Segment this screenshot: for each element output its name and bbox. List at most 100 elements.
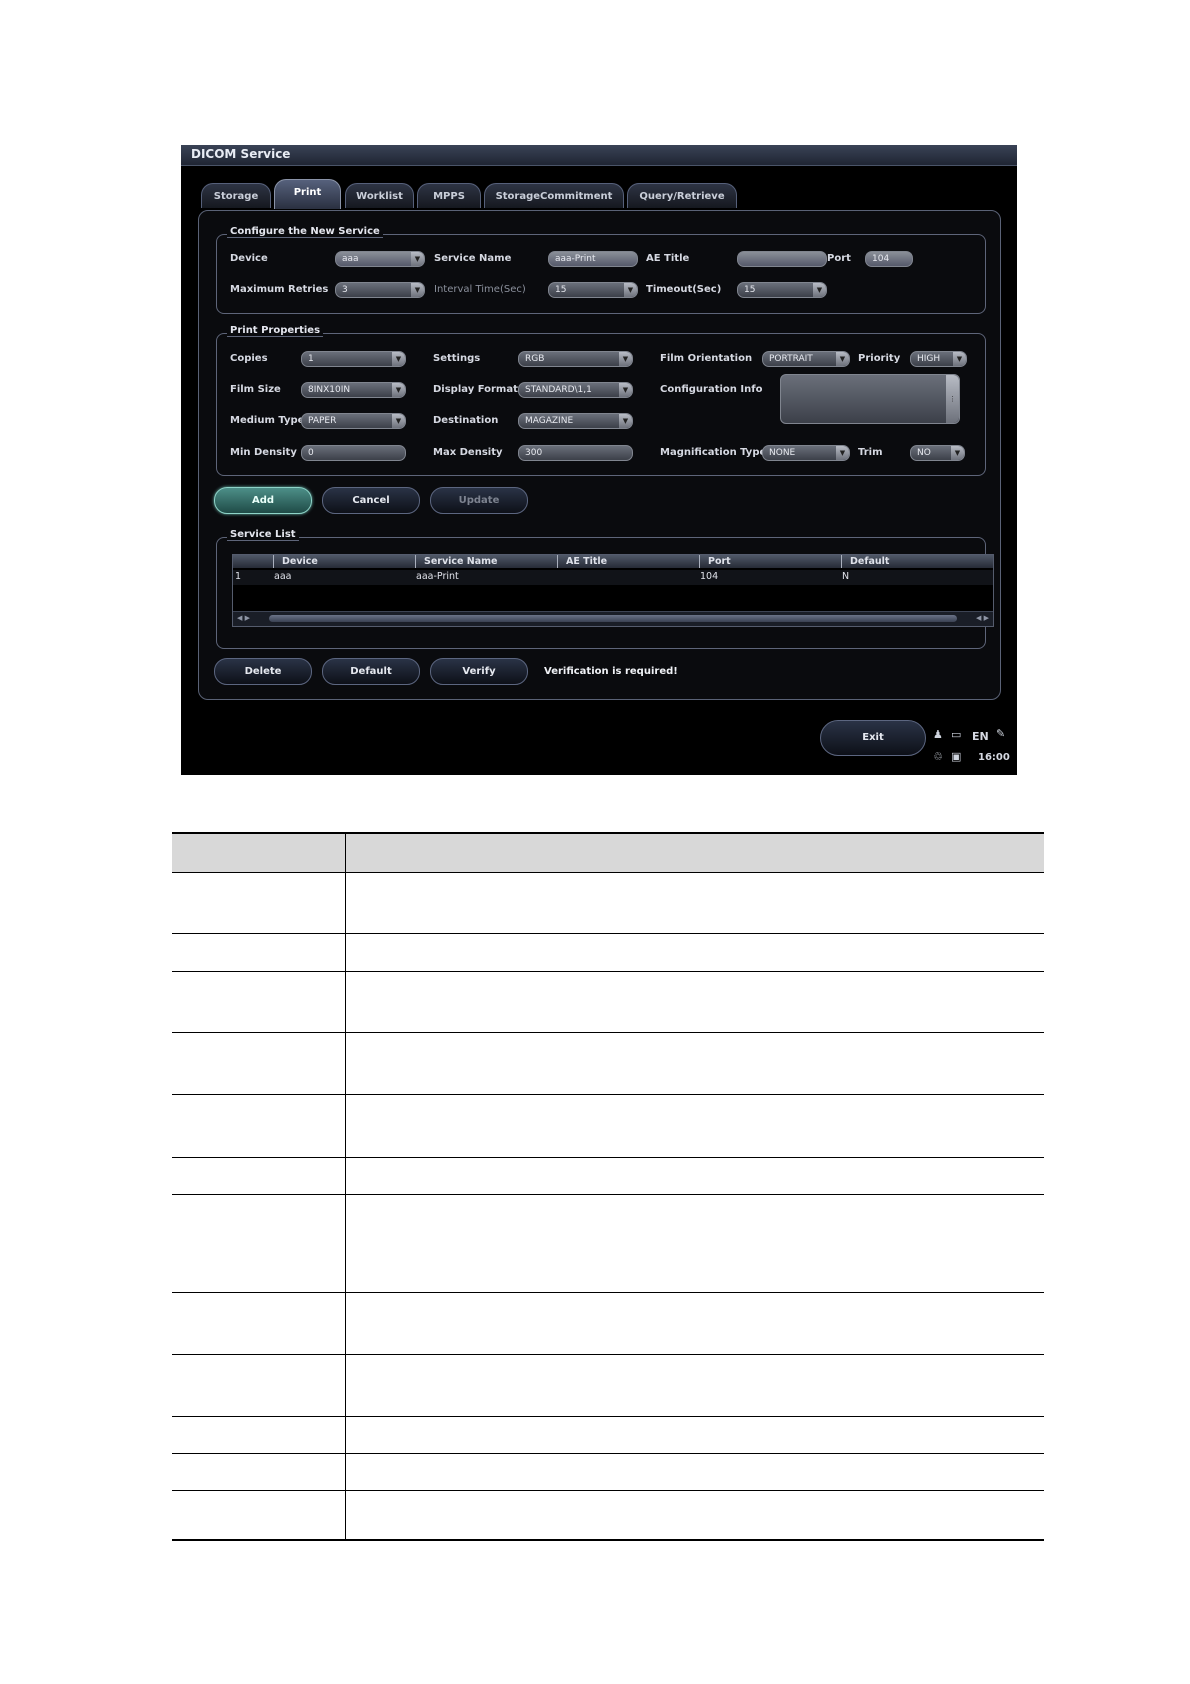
magnification-type-value: NONE (769, 448, 796, 458)
max-density-input[interactable]: 300 (518, 445, 633, 461)
network-icon[interactable]: ▭ (951, 728, 961, 741)
tab-print[interactable]: Print (274, 179, 341, 209)
row-service-name: aaa-Print (416, 571, 459, 582)
chevron-down-icon[interactable]: ▼ (411, 283, 424, 297)
user-icon[interactable]: ♟ (933, 728, 943, 741)
row-divider (172, 1157, 1044, 1158)
cancel-button[interactable]: Cancel (322, 487, 420, 514)
table-row[interactable] (233, 570, 993, 585)
tab-query-retrieve[interactable]: Query/Retrieve (627, 183, 737, 208)
column-header-device[interactable]: Device (273, 555, 415, 568)
row-default: N (842, 571, 850, 582)
chevron-down-icon[interactable]: ▼ (392, 383, 405, 397)
delete-button[interactable]: Delete (214, 658, 312, 685)
monitor-icon[interactable]: ▣ (951, 750, 961, 763)
horizontal-scrollbar[interactable]: ◀ ▶ ◀ ▶ (233, 611, 993, 626)
language-indicator[interactable]: EN (972, 730, 989, 743)
row-divider (172, 1094, 1044, 1095)
chevron-down-icon[interactable]: ▼ (836, 352, 849, 366)
max-density-label: Max Density (433, 447, 503, 458)
description-table-header (172, 834, 1044, 873)
copies-label: Copies (230, 353, 268, 364)
dicom-service-window: DICOM Service Storage Print Worklist MPP… (181, 145, 1017, 775)
chevron-down-icon[interactable]: ▼ (619, 414, 632, 428)
service-name-input[interactable]: aaa-Print (548, 251, 638, 267)
service-list-header: Device Service Name AE Title Port Defaul… (233, 555, 993, 568)
configuration-info-textarea[interactable]: ⋮ (780, 374, 960, 424)
film-size-label: Film Size (230, 384, 281, 395)
port-input[interactable]: 104 (865, 251, 913, 267)
usb-icon[interactable]: ✎ (996, 727, 1005, 740)
magnification-type-select[interactable]: NONE ▼ (762, 445, 850, 461)
trim-label: Trim (858, 447, 883, 458)
default-button[interactable]: Default (322, 658, 420, 685)
trim-value: NO (917, 448, 931, 458)
scroll-left-icon[interactable]: ◀ ▶ (237, 614, 267, 623)
service-list-legend: Service List (227, 529, 299, 541)
copies-value: 1 (308, 354, 314, 364)
chevron-down-icon[interactable]: ▼ (619, 352, 632, 366)
max-retries-value: 3 (342, 285, 348, 295)
row-port: 104 (700, 571, 719, 582)
row-divider (172, 1416, 1044, 1417)
priority-value: HIGH (917, 354, 941, 364)
chevron-down-icon[interactable]: ▼ (836, 446, 849, 460)
ae-title-input[interactable] (737, 251, 827, 267)
film-size-value: 8INX10IN (308, 385, 351, 395)
description-table (172, 832, 1044, 1541)
chevron-down-icon[interactable]: ▼ (813, 283, 826, 297)
film-size-select[interactable]: 8INX10IN ▼ (301, 382, 406, 398)
row-device: aaa (274, 571, 292, 582)
medium-type-value: PAPER (308, 416, 337, 426)
configure-service-group: Configure the New Service Device aaa ▼ S… (216, 226, 986, 314)
device-select[interactable]: aaa ▼ (335, 251, 425, 267)
timeout-select[interactable]: 15 ▼ (737, 282, 827, 298)
display-format-value: STANDARD\1,1 (525, 385, 592, 395)
destination-select[interactable]: MAGAZINE ▼ (518, 413, 633, 429)
column-header-default[interactable]: Default (841, 555, 993, 568)
medium-type-select[interactable]: PAPER ▼ (301, 413, 406, 429)
chevron-down-icon[interactable]: ▼ (951, 446, 964, 460)
scroll-right-icon[interactable]: ◀ ▶ (959, 614, 989, 623)
trim-select[interactable]: NO ▼ (910, 445, 965, 461)
scrollbar-thumb[interactable] (269, 615, 957, 622)
column-header-service-name[interactable]: Service Name (415, 555, 557, 568)
interval-time-select[interactable]: 15 ▼ (548, 282, 638, 298)
tab-storage-commitment[interactable]: StorageCommitment (484, 183, 624, 208)
service-name-value: aaa-Print (555, 254, 596, 264)
update-button[interactable]: Update (430, 487, 528, 514)
tab-worklist[interactable]: Worklist (345, 183, 414, 208)
chevron-down-icon[interactable]: ▼ (619, 383, 632, 397)
scrollbar-icon[interactable]: ⋮ (946, 375, 959, 423)
display-format-label: Display Format (433, 384, 518, 395)
max-retries-select[interactable]: 3 ▼ (335, 282, 425, 298)
column-header-port[interactable]: Port (699, 555, 841, 568)
verify-button[interactable]: Verify (430, 658, 528, 685)
exit-button[interactable]: Exit (820, 720, 926, 756)
display-format-select[interactable]: STANDARD\1,1 ▼ (518, 382, 633, 398)
row-divider (172, 1453, 1044, 1454)
chevron-down-icon[interactable]: ▼ (392, 414, 405, 428)
settings-select[interactable]: RGB ▼ (518, 351, 633, 367)
timeout-label: Timeout(Sec) (646, 284, 722, 295)
chevron-down-icon[interactable]: ▼ (411, 252, 424, 266)
max-retries-label: Maximum Retries (230, 284, 329, 295)
priority-select[interactable]: HIGH ▼ (910, 351, 967, 367)
min-density-input[interactable]: 0 (301, 445, 406, 461)
row-index: 1 (235, 571, 242, 582)
device-value: aaa (342, 254, 359, 264)
chevron-down-icon[interactable]: ▼ (392, 352, 405, 366)
film-orientation-select[interactable]: PORTRAIT ▼ (762, 351, 850, 367)
row-divider (172, 1032, 1044, 1033)
trash-icon[interactable]: ♲ (933, 750, 943, 763)
tab-storage[interactable]: Storage (201, 183, 271, 208)
copies-select[interactable]: 1 ▼ (301, 351, 406, 367)
chevron-down-icon[interactable]: ▼ (624, 283, 637, 297)
column-header-ae-title[interactable]: AE Title (557, 555, 699, 568)
row-divider (172, 1194, 1044, 1195)
film-orientation-label: Film Orientation (660, 353, 753, 364)
add-button[interactable]: Add (214, 487, 312, 514)
interval-time-label: Interval Time(Sec) (434, 284, 526, 295)
chevron-down-icon[interactable]: ▼ (953, 352, 966, 366)
tab-mpps[interactable]: MPPS (417, 183, 481, 208)
